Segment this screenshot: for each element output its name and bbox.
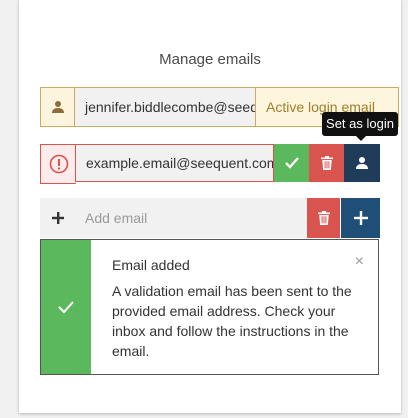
email-value: jennifer.biddlecombe@seeq bbox=[75, 88, 256, 126]
plus-icon bbox=[353, 211, 368, 225]
confirm-button[interactable] bbox=[274, 144, 309, 182]
manage-emails-panel: Manage emails jennifer.biddlecombe@seeq … bbox=[19, 0, 401, 413]
clear-input-button[interactable] bbox=[307, 198, 340, 238]
email-row-unverified: example.email@seequent.com bbox=[40, 144, 399, 184]
set-as-login-button[interactable] bbox=[344, 144, 380, 182]
trash-icon bbox=[317, 211, 330, 225]
page-title: Manage emails bbox=[159, 51, 261, 68]
user-icon bbox=[356, 157, 368, 169]
trash-icon bbox=[320, 156, 333, 170]
plus-icon bbox=[40, 198, 75, 238]
check-icon bbox=[284, 157, 299, 169]
set-as-login-tooltip: Set as login bbox=[322, 112, 398, 141]
toast-status-strip bbox=[41, 240, 91, 374]
exclamation-circle-icon bbox=[40, 144, 76, 184]
check-icon bbox=[58, 301, 74, 314]
add-email-button[interactable] bbox=[341, 198, 380, 238]
email-value: example.email@seequent.com bbox=[75, 144, 274, 182]
toast-message: A validation email has been sent to the … bbox=[112, 283, 352, 359]
add-email-input[interactable] bbox=[75, 198, 307, 238]
add-email-row bbox=[40, 198, 399, 238]
user-icon bbox=[41, 88, 75, 126]
toast-heading: Email added bbox=[112, 257, 190, 273]
success-toast: Email added × A validation email has bee… bbox=[40, 239, 379, 375]
delete-email-button[interactable] bbox=[309, 144, 344, 182]
close-icon[interactable]: × bbox=[355, 254, 364, 270]
